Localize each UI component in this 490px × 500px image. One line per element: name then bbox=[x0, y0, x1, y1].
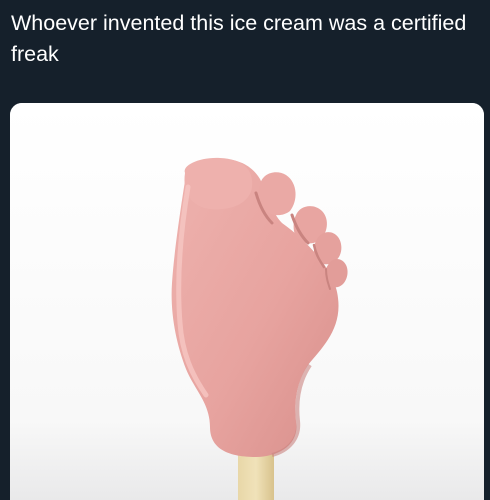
ice-cream-big-toe bbox=[184, 157, 253, 210]
tweet-post: Whoever invented this ice cream was a ce… bbox=[0, 0, 490, 500]
ice-cream-toe-2 bbox=[258, 172, 296, 216]
post-image[interactable] bbox=[10, 103, 484, 500]
ice-cream-foot-illustration bbox=[10, 103, 484, 500]
post-text: Whoever invented this ice cream was a ce… bbox=[11, 11, 467, 66]
